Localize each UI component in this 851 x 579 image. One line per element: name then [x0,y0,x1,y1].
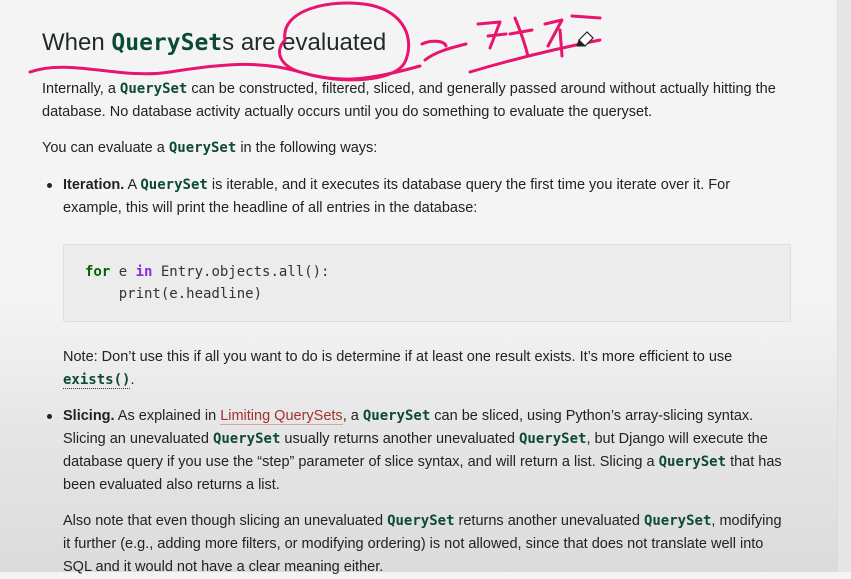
note-paragraph: Note: Don’t use this if all you want to … [63,349,733,389]
underline-stroke-2 [468,38,602,74]
scrollbar[interactable] [837,0,851,572]
heading-text: s are evaluated [222,29,387,56]
evaluate-paragraph: You can evaluate a QuerySet in the follo… [42,140,378,156]
bullet [47,414,52,419]
slicing-note-paragraph: Also note that even though slicing an un… [63,513,782,575]
section-heading: When QuerySets are evaluated [42,29,387,56]
exists-code[interactable]: exists() [63,372,131,389]
list-item-iteration: Iteration. A QuerySet is iterable, and i… [47,174,792,220]
hangul-stroke-3 [508,16,534,58]
code-block[interactable]: for e in Entry.objects.all(): print(e.he… [63,244,791,322]
hangul-stroke-4 [543,14,602,58]
hangul-stroke-2 [476,20,508,50]
limiting-querysets-link[interactable]: Limiting QuerySets [220,408,343,425]
hangul-stroke-1 [420,39,468,62]
list-item-slicing: Slicing. As explained in Limiting QueryS… [47,405,792,497]
heading-code: QuerySet [111,30,223,56]
underline-stroke [28,62,422,81]
pen-cursor-icon [576,31,594,47]
bullet [47,183,52,188]
intro-paragraph: Internally, a QuerySet can be constructe… [42,81,776,120]
